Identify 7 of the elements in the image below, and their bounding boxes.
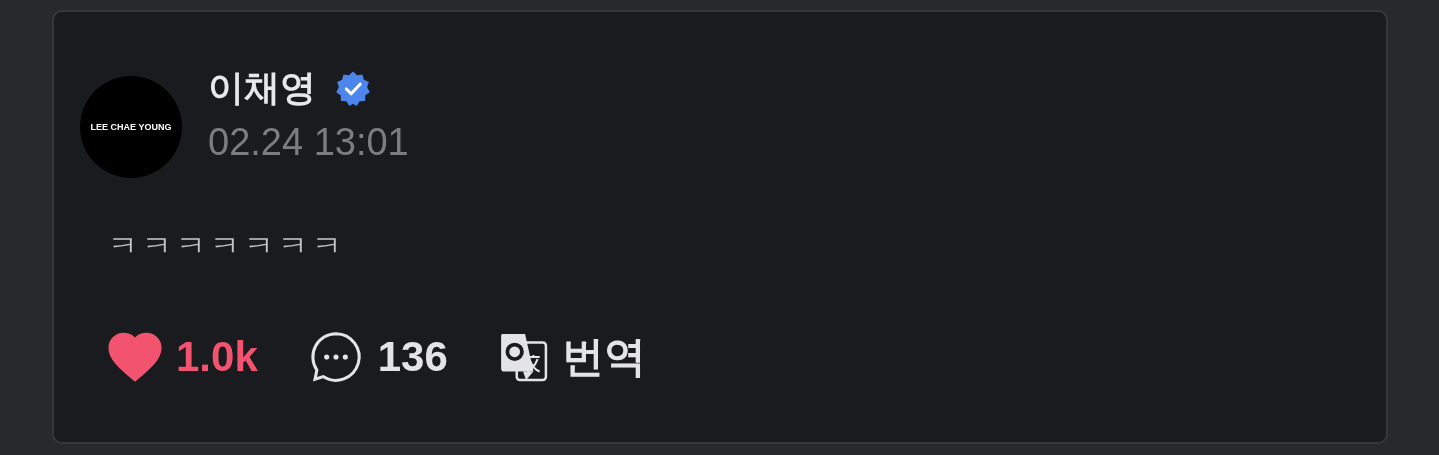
avatar: LEE CHAE YOUNG [80, 76, 182, 178]
translate-button[interactable]: 번역 [497, 329, 646, 385]
post-time: 02.24 13:01 [208, 121, 409, 164]
post-text: ㅋㅋㅋㅋㅋㅋㅋ [108, 227, 347, 265]
author-name: 이채영 [208, 66, 316, 110]
like-button[interactable]: 1.0k [108, 332, 258, 382]
comment-button[interactable]: 136 [307, 329, 448, 385]
